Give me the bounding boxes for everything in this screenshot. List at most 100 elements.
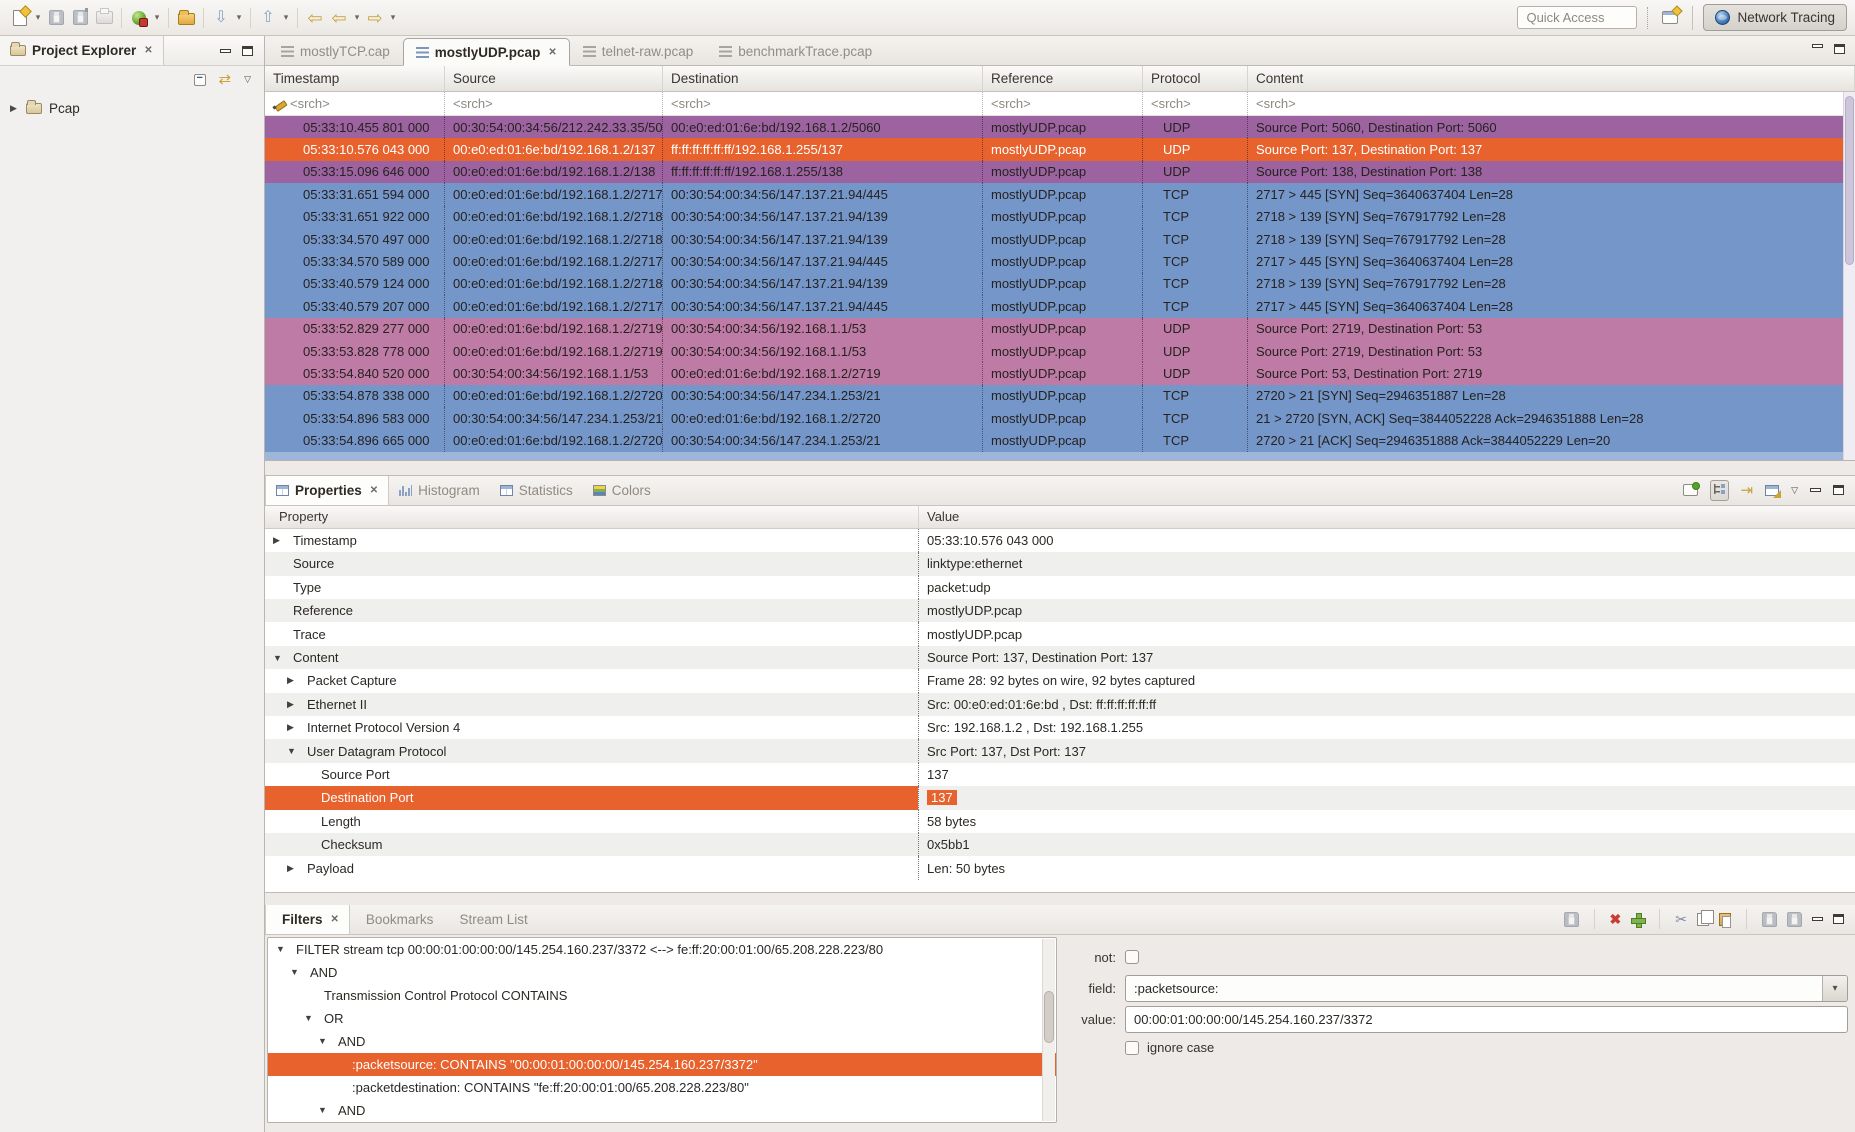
filter-cell-destination[interactable]: <srch> (663, 92, 983, 115)
expand-down-icon[interactable]: ▼ (318, 1105, 338, 1115)
packet-row[interactable]: 05:33:40.579 124 00000:e0:ed:01:6e:bd/19… (265, 273, 1855, 295)
chevron-down-icon[interactable] (1822, 976, 1847, 1001)
packet-row[interactable]: 05:33:34.570 589 00000:e0:ed:01:6e:bd/19… (265, 250, 1855, 272)
property-row[interactable]: ▶Destination Port137 (265, 786, 1855, 809)
maximize-view-icon[interactable] (1833, 485, 1844, 495)
view-menu-icon[interactable]: ▽ (1791, 485, 1798, 496)
close-icon[interactable] (368, 485, 378, 496)
tab-bookmarks[interactable]: Bookmarks (350, 905, 444, 934)
import-button[interactable]: ⇩ (209, 5, 233, 31)
sash[interactable] (265, 461, 1855, 475)
property-row[interactable]: ▼User Datagram ProtocolSrc Port: 137, Ds… (265, 739, 1855, 762)
scrollbar-thumb[interactable] (1044, 991, 1054, 1043)
add-filter-icon[interactable] (1631, 913, 1644, 926)
column-header-source[interactable]: Source (445, 66, 663, 91)
save-button[interactable] (44, 5, 68, 31)
filter-tree-node[interactable]: ▼AND (268, 1030, 1056, 1053)
editor-tab-mostlytcp-cap[interactable]: mostlyTCP.cap (268, 37, 403, 65)
new-wizard-button[interactable] (8, 5, 32, 31)
packet-row[interactable]: 05:33:40.579 207 00000:e0:ed:01:6e:bd/19… (265, 295, 1855, 317)
property-row[interactable]: ▶Sourcelinktype:ethernet (265, 552, 1855, 575)
field-combo[interactable]: :packetsource: (1125, 975, 1848, 1002)
packet-table-scrollbar[interactable] (1843, 92, 1855, 460)
forward-dropdown-caret-icon[interactable]: ▾ (387, 12, 399, 23)
packet-row[interactable]: 05:33:54.878 338 00000:e0:ed:01:6e:bd/19… (265, 385, 1855, 407)
link-with-editor-icon[interactable]: ⇄ (219, 72, 232, 87)
filter-tree-node[interactable]: ▼AND (268, 961, 1056, 984)
expand-down-icon[interactable]: ▼ (290, 967, 310, 977)
packet-row[interactable]: 05:33:52.829 277 00000:e0:ed:01:6e:bd/19… (265, 318, 1855, 340)
back-button[interactable]: ⇦ (327, 5, 351, 31)
filter-tree-node[interactable]: ▼OR (268, 1007, 1056, 1030)
column-header-destination[interactable]: Destination (663, 66, 983, 91)
minimize-view-icon[interactable] (220, 49, 231, 53)
export-table-icon[interactable] (1765, 485, 1779, 496)
paste-icon[interactable] (1719, 913, 1731, 926)
maximize-editor-icon[interactable] (1834, 44, 1845, 54)
expand-down-icon[interactable]: ▼ (318, 1036, 338, 1046)
column-header-protocol[interactable]: Protocol (1143, 66, 1248, 91)
scrollbar-thumb[interactable] (1845, 96, 1854, 265)
tab-statistics[interactable]: Statistics (490, 476, 583, 505)
packet-row[interactable]: 05:33:34.570 497 00000:e0:ed:01:6e:bd/19… (265, 228, 1855, 250)
project-item-pcap[interactable]: ▶ Pcap (10, 101, 264, 116)
quick-access-input[interactable] (1517, 6, 1637, 29)
minimize-editor-icon[interactable] (1812, 44, 1823, 48)
expand-down-icon[interactable]: ▼ (273, 653, 293, 663)
property-row[interactable]: ▶Typepacket:udp (265, 576, 1855, 599)
import-dropdown-caret-icon[interactable]: ▾ (233, 12, 245, 23)
view-menu-icon[interactable]: ▽ (244, 74, 251, 85)
maximize-view-icon[interactable] (1833, 914, 1844, 924)
property-row[interactable]: ▶Packet CaptureFrame 28: 92 bytes on wir… (265, 669, 1855, 692)
expand-down-icon[interactable]: ▼ (287, 746, 307, 756)
ignore-case-checkbox[interactable] (1125, 1041, 1139, 1055)
maximize-view-icon[interactable] (242, 46, 253, 56)
packet-row[interactable]: 05:33:31.651 922 00000:e0:ed:01:6e:bd/19… (265, 206, 1855, 228)
coverage-button[interactable] (127, 5, 151, 31)
packet-row[interactable]: 05:33:31.651 594 00000:e0:ed:01:6e:bd/19… (265, 183, 1855, 205)
packet-row[interactable]: 05:33:53.828 778 00000:e0:ed:01:6e:bd/19… (265, 340, 1855, 362)
packet-row[interactable]: 05:33:54.896 583 00000:30:54:00:34:56/14… (265, 407, 1855, 429)
save-all-filters-icon[interactable] (1787, 912, 1802, 927)
filter-cell-content[interactable]: <srch> (1248, 92, 1855, 115)
property-row[interactable]: ▶Length58 bytes (265, 810, 1855, 833)
packet-row[interactable]: 05:33:54.840 520 00000:30:54:00:34:56/19… (265, 362, 1855, 384)
expand-right-icon[interactable]: ▶ (10, 103, 19, 114)
column-header-content[interactable]: Content (1248, 66, 1855, 91)
property-row[interactable]: ▶PayloadLen: 50 bytes (265, 856, 1855, 879)
not-checkbox[interactable] (1125, 950, 1139, 964)
tab-colors[interactable]: Colors (583, 476, 661, 505)
tab-properties[interactable]: Properties (265, 476, 389, 505)
expand-right-icon[interactable]: ▶ (287, 863, 307, 874)
property-row[interactable]: ▼ContentSource Port: 137, Destination Po… (265, 646, 1855, 669)
property-row[interactable]: ▶Ethernet IISrc: 00:e0:ed:01:6e:bd , Dst… (265, 693, 1855, 716)
filter-cell-reference[interactable]: <srch> (983, 92, 1143, 115)
packet-row[interactable]: 05:33:54.896 665 00000:e0:ed:01:6e:bd/19… (265, 429, 1855, 451)
property-row[interactable]: ▶Source Port137 (265, 763, 1855, 786)
property-row[interactable]: ▶ReferencemostlyUDP.pcap (265, 599, 1855, 622)
close-icon[interactable] (142, 45, 152, 56)
expand-right-icon[interactable]: ▶ (287, 699, 307, 710)
back-dropdown-caret-icon[interactable]: ▾ (351, 12, 363, 23)
column-header-reference[interactable]: Reference (983, 66, 1143, 91)
filter-cell-source[interactable]: <srch> (445, 92, 663, 115)
expand-down-icon[interactable]: ▼ (304, 1013, 324, 1023)
filter-cell-timestamp[interactable]: <srch> (265, 92, 445, 115)
editor-tab-mostlyudp-pcap[interactable]: mostlyUDP.pcap (403, 38, 570, 66)
column-header-property[interactable]: Property (265, 506, 918, 528)
filter-tree-node[interactable]: ▼AND (268, 1099, 1056, 1122)
export-button[interactable]: ⇧ (256, 5, 280, 31)
coverage-dropdown-caret-icon[interactable]: ▾ (151, 12, 163, 23)
new-dropdown-caret-icon[interactable]: ▾ (32, 12, 44, 23)
delete-filter-icon[interactable]: ✖ (1610, 912, 1622, 926)
tab-project-explorer[interactable]: Project Explorer (0, 36, 164, 65)
filter-tree-node[interactable]: ▶:packetdestination: CONTAINS "fe:ff:20:… (268, 1076, 1056, 1099)
expand-down-icon[interactable]: ▼ (276, 944, 296, 954)
minimize-view-icon[interactable] (1810, 488, 1821, 492)
tree-mode-toggle[interactable] (1710, 480, 1729, 501)
copy-icon[interactable] (1697, 913, 1709, 926)
close-icon[interactable] (329, 914, 339, 925)
editor-tab-benchmarktrace-pcap[interactable]: benchmarkTrace.pcap (706, 37, 885, 65)
packet-row[interactable]: 05:33:10.576 043 00000:e0:ed:01:6e:bd/19… (265, 138, 1855, 160)
filter-tree-scrollbar[interactable] (1042, 939, 1055, 1121)
